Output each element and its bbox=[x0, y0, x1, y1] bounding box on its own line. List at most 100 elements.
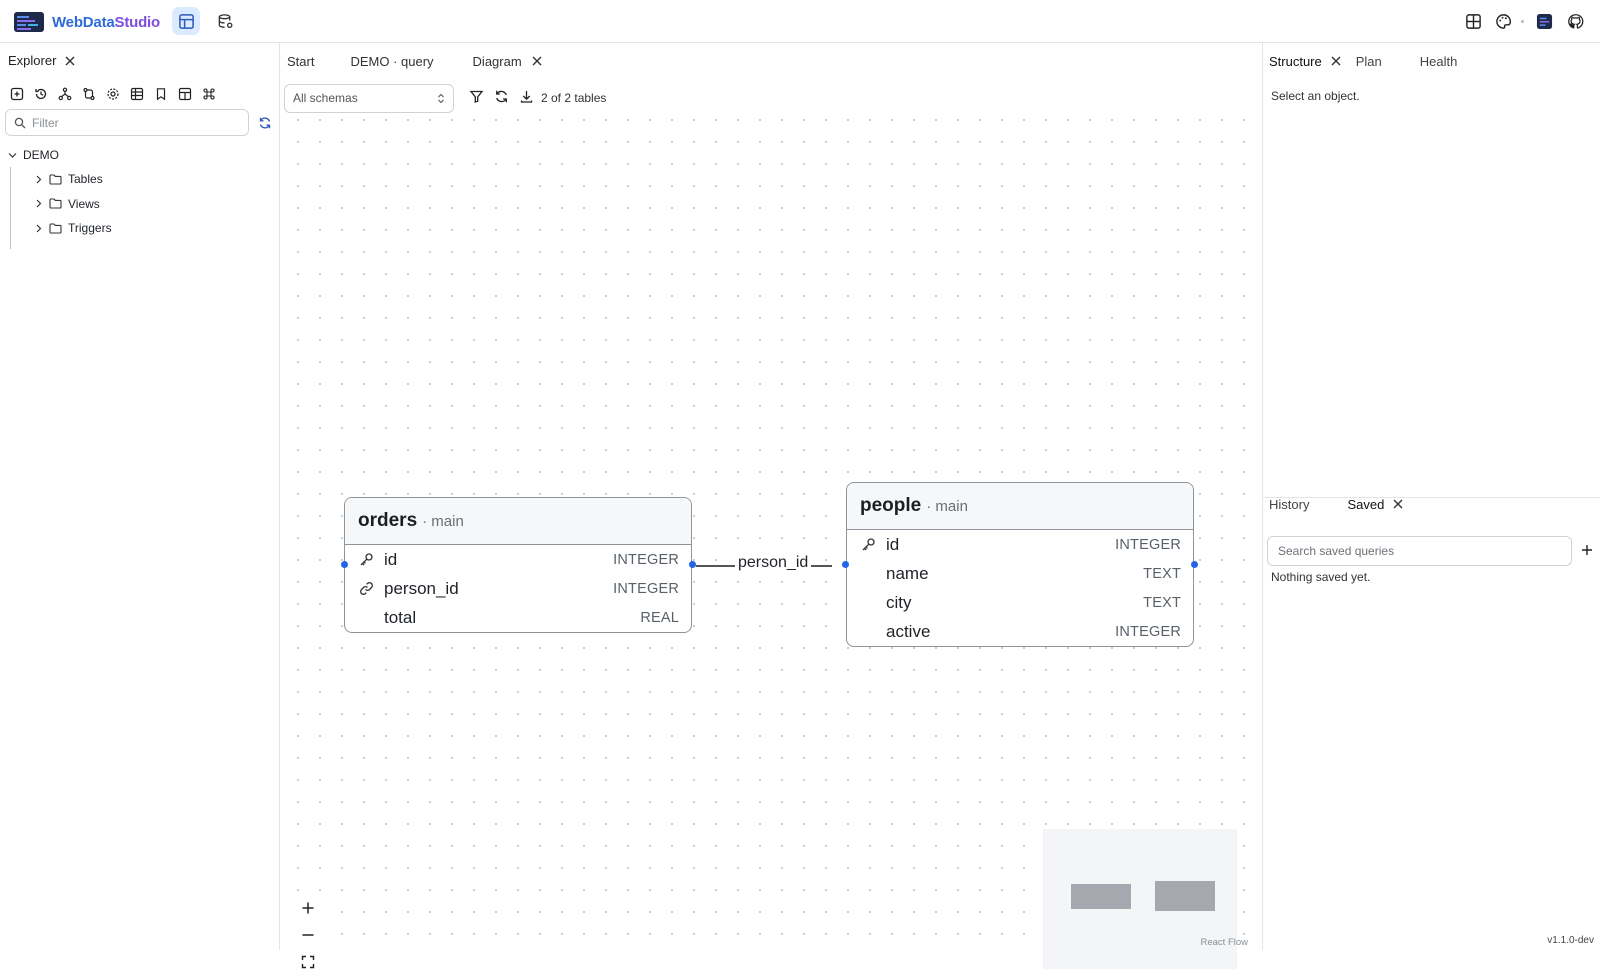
schema-select-value: All schemas bbox=[293, 91, 358, 105]
tab-saved[interactable]: Saved bbox=[1347, 497, 1426, 512]
key-icon bbox=[359, 551, 381, 569]
diagram-canvas[interactable]: orders · main id INTEGER person_id INTEG… bbox=[281, 119, 1261, 974]
panels-icon bbox=[178, 87, 191, 100]
folder-icon bbox=[49, 174, 62, 185]
tab-history[interactable]: History bbox=[1269, 497, 1347, 512]
column-type: INTEGER bbox=[613, 580, 679, 597]
close-icon[interactable] bbox=[1392, 498, 1404, 510]
new-query-button[interactable] bbox=[8, 85, 25, 102]
edge-label: person_id bbox=[735, 554, 812, 572]
add-saved-query-button[interactable] bbox=[1577, 540, 1597, 560]
tab-structure[interactable]: Structure bbox=[1269, 54, 1356, 69]
close-icon[interactable] bbox=[64, 55, 76, 67]
schema-select[interactable]: All schemas bbox=[284, 83, 454, 113]
editor-tabs: Start DEMO · query Diagram bbox=[281, 43, 551, 79]
filter-input[interactable] bbox=[32, 115, 232, 130]
saved-search-field[interactable] bbox=[1267, 536, 1572, 566]
connection-handle[interactable] bbox=[842, 561, 849, 568]
tree-item-tables[interactable]: Tables bbox=[11, 167, 112, 192]
tab-label: Plan bbox=[1355, 53, 1382, 69]
plus-icon bbox=[1582, 545, 1592, 555]
chevron-down-icon bbox=[8, 152, 17, 158]
fit-view-button[interactable] bbox=[295, 949, 321, 974]
bookmarks-button[interactable] bbox=[152, 85, 169, 102]
column-row[interactable]: name TEXT bbox=[847, 559, 1193, 588]
tab-start[interactable]: Start bbox=[281, 54, 322, 69]
react-flow-attribution[interactable]: React Flow bbox=[1200, 937, 1248, 948]
table-grid-icon bbox=[178, 13, 194, 29]
column-row[interactable]: id INTEGER bbox=[847, 530, 1193, 559]
column-name: total bbox=[384, 607, 417, 627]
export-button[interactable] bbox=[519, 89, 534, 107]
minimap[interactable] bbox=[1043, 829, 1237, 969]
close-icon[interactable] bbox=[531, 55, 543, 67]
app-icon-button[interactable] bbox=[1530, 7, 1558, 35]
column-row[interactable]: id INTEGER bbox=[345, 545, 691, 574]
connection-handle[interactable] bbox=[689, 561, 696, 568]
tab-label: Diagram bbox=[472, 53, 522, 69]
chevron-right-icon bbox=[36, 224, 42, 233]
table-button[interactable] bbox=[128, 85, 145, 102]
column-name: id bbox=[384, 549, 398, 569]
version-label: v1.1.0-dev bbox=[1547, 935, 1594, 946]
refresh-button[interactable] bbox=[258, 116, 272, 130]
palette-icon bbox=[1495, 13, 1511, 29]
app-logo-icon bbox=[14, 11, 46, 33]
tab-health[interactable]: Health bbox=[1420, 54, 1480, 69]
layout-button[interactable] bbox=[1459, 7, 1487, 35]
zoom-out-button[interactable] bbox=[295, 922, 321, 947]
compare-button[interactable] bbox=[80, 85, 97, 102]
tree-item-label: Views bbox=[68, 196, 100, 211]
download-icon bbox=[520, 91, 533, 103]
connections-button[interactable] bbox=[104, 85, 121, 102]
history-icon bbox=[34, 88, 46, 99]
table-node-orders[interactable]: orders · main id INTEGER person_id INTEG… bbox=[344, 497, 692, 633]
funnel-icon bbox=[469, 90, 484, 103]
brand[interactable]: WebDataStudio bbox=[14, 10, 160, 34]
diagram-button[interactable] bbox=[56, 85, 73, 102]
tab-plan[interactable]: Plan bbox=[1356, 54, 1420, 69]
tree-item-label: Triggers bbox=[68, 221, 112, 236]
column-type: INTEGER bbox=[613, 551, 679, 568]
column-row[interactable]: person_id INTEGER bbox=[345, 574, 691, 603]
filter-field[interactable] bbox=[5, 109, 249, 136]
theme-button[interactable] bbox=[1489, 7, 1517, 35]
database-settings-button[interactable] bbox=[211, 7, 239, 35]
explorer-tree: DEMO Tables Views Triggers bbox=[8, 143, 112, 249]
inspector-panel: Structure Plan Health Select an object. … bbox=[1262, 43, 1600, 950]
diagram-view-button[interactable] bbox=[172, 7, 200, 35]
tree-item-views[interactable]: Views bbox=[11, 192, 112, 217]
inspector-tabs: Structure Plan Health bbox=[1269, 43, 1479, 79]
tab-explorer[interactable]: Explorer bbox=[8, 53, 76, 68]
connection-handle[interactable] bbox=[1191, 561, 1198, 568]
gear-icon bbox=[106, 87, 119, 100]
plus-square-icon bbox=[10, 87, 23, 100]
close-icon[interactable] bbox=[1330, 55, 1342, 67]
tab-label: History bbox=[1269, 496, 1310, 512]
tree-db-row[interactable]: DEMO bbox=[8, 143, 59, 168]
zoom-in-button[interactable] bbox=[295, 895, 321, 920]
reload-diagram-button[interactable] bbox=[494, 89, 509, 107]
tab-label: Saved bbox=[1347, 496, 1385, 512]
tab-demo-query[interactable]: DEMO · query bbox=[322, 54, 441, 69]
node-title: people bbox=[860, 495, 922, 516]
column-type: INTEGER bbox=[1115, 536, 1181, 553]
node-title: orders bbox=[358, 510, 418, 531]
column-row[interactable]: total REAL bbox=[345, 603, 691, 632]
search-icon bbox=[14, 117, 26, 128]
filter-button[interactable] bbox=[469, 89, 484, 107]
tree-db-children: Tables Views Triggers bbox=[10, 167, 112, 249]
history-button[interactable] bbox=[32, 85, 49, 102]
tree-item-triggers[interactable]: Triggers bbox=[11, 216, 112, 241]
table-node-people[interactable]: people · main id INTEGER name TEXT city … bbox=[846, 482, 1194, 647]
tab-label: DEMO · query bbox=[350, 53, 434, 69]
github-button[interactable] bbox=[1561, 7, 1589, 35]
column-name: name bbox=[886, 563, 929, 583]
column-row[interactable]: active INTEGER bbox=[847, 617, 1193, 646]
connection-handle[interactable] bbox=[341, 561, 348, 568]
tab-diagram[interactable]: Diagram bbox=[442, 54, 551, 69]
layout-panels-button[interactable] bbox=[176, 85, 193, 102]
saved-search-input[interactable] bbox=[1278, 544, 1558, 558]
command-palette-button[interactable] bbox=[200, 85, 217, 102]
column-row[interactable]: city TEXT bbox=[847, 588, 1193, 617]
